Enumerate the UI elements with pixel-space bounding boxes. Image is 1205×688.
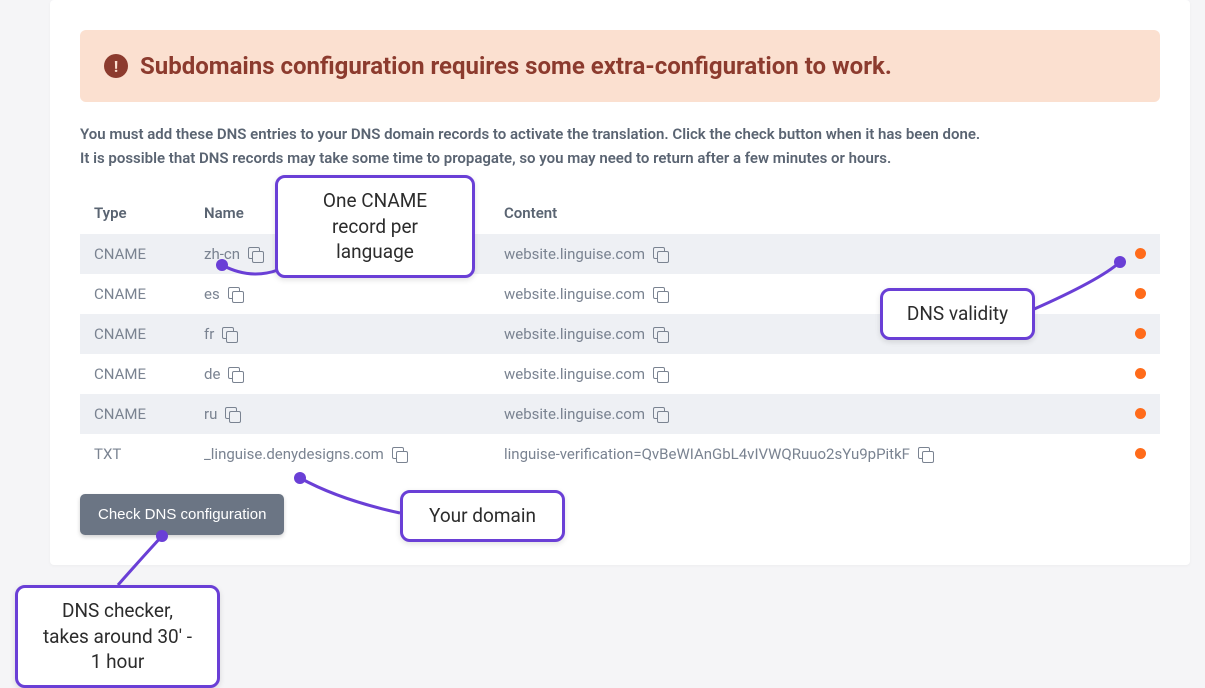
cell-name: de [204, 365, 220, 383]
cell-name: ru [204, 405, 217, 423]
table-row: CNAME de website.linguise.com [80, 354, 1160, 394]
annotation-domain: Your domain [400, 490, 565, 542]
col-header-content: Content [490, 192, 1121, 234]
check-dns-button[interactable]: Check DNS configuration [80, 494, 284, 535]
col-header-type: Type [80, 192, 190, 234]
annotation-cname: One CNAME record per language [275, 175, 475, 278]
cell-name: es [204, 285, 220, 303]
alert-text: Subdomains configuration requires some e… [140, 52, 892, 80]
status-dot-icon [1135, 248, 1146, 259]
table-row: CNAME ru website.linguise.com [80, 394, 1160, 434]
status-dot-icon [1135, 368, 1146, 379]
status-dot-icon [1135, 328, 1146, 339]
cell-type: CNAME [80, 314, 190, 354]
copy-icon[interactable] [228, 287, 243, 302]
cell-type: CNAME [80, 274, 190, 314]
dns-config-card: ! Subdomains configuration requires some… [50, 0, 1190, 565]
copy-icon[interactable] [653, 287, 668, 302]
copy-icon[interactable] [918, 447, 933, 462]
copy-icon[interactable] [225, 407, 240, 422]
table-row: TXT _linguise.denydesigns.com linguise-v… [80, 434, 1160, 474]
alert-icon: ! [104, 54, 128, 78]
cell-content: website.linguise.com [504, 245, 645, 263]
copy-icon[interactable] [653, 327, 668, 342]
status-dot-icon [1135, 448, 1146, 459]
annotation-dnschecker: DNS checker, takes around 30' - 1 hour [15, 585, 220, 688]
cell-name: fr [204, 325, 214, 343]
cell-name: _linguise.denydesigns.com [204, 445, 384, 463]
cell-content: website.linguise.com [504, 325, 645, 343]
annotation-validity: DNS validity [880, 288, 1035, 340]
copy-icon[interactable] [653, 247, 668, 262]
copy-icon[interactable] [392, 447, 407, 462]
description-text: You must add these DNS entries to your D… [80, 122, 1160, 170]
description-line-1: You must add these DNS entries to your D… [80, 122, 1160, 146]
copy-icon[interactable] [222, 327, 237, 342]
alert-banner: ! Subdomains configuration requires some… [80, 30, 1160, 102]
cell-name: zh-cn [204, 245, 240, 263]
status-dot-icon [1135, 288, 1146, 299]
cell-type: CNAME [80, 234, 190, 274]
cell-content: linguise-verification=QvBeWIAnGbL4vIVWQR… [504, 445, 910, 463]
cell-content: website.linguise.com [504, 285, 645, 303]
description-line-2: It is possible that DNS records may take… [80, 146, 1160, 170]
copy-icon[interactable] [653, 407, 668, 422]
table-row: CNAME zh-cn website.linguise.com [80, 234, 1160, 274]
copy-icon[interactable] [653, 367, 668, 382]
col-header-status [1121, 192, 1160, 234]
copy-icon[interactable] [228, 367, 243, 382]
copy-icon[interactable] [248, 247, 263, 262]
status-dot-icon [1135, 408, 1146, 419]
cell-content: website.linguise.com [504, 405, 645, 423]
cell-content: website.linguise.com [504, 365, 645, 383]
cell-type: CNAME [80, 354, 190, 394]
cell-type: TXT [80, 434, 190, 474]
cell-type: CNAME [80, 394, 190, 434]
